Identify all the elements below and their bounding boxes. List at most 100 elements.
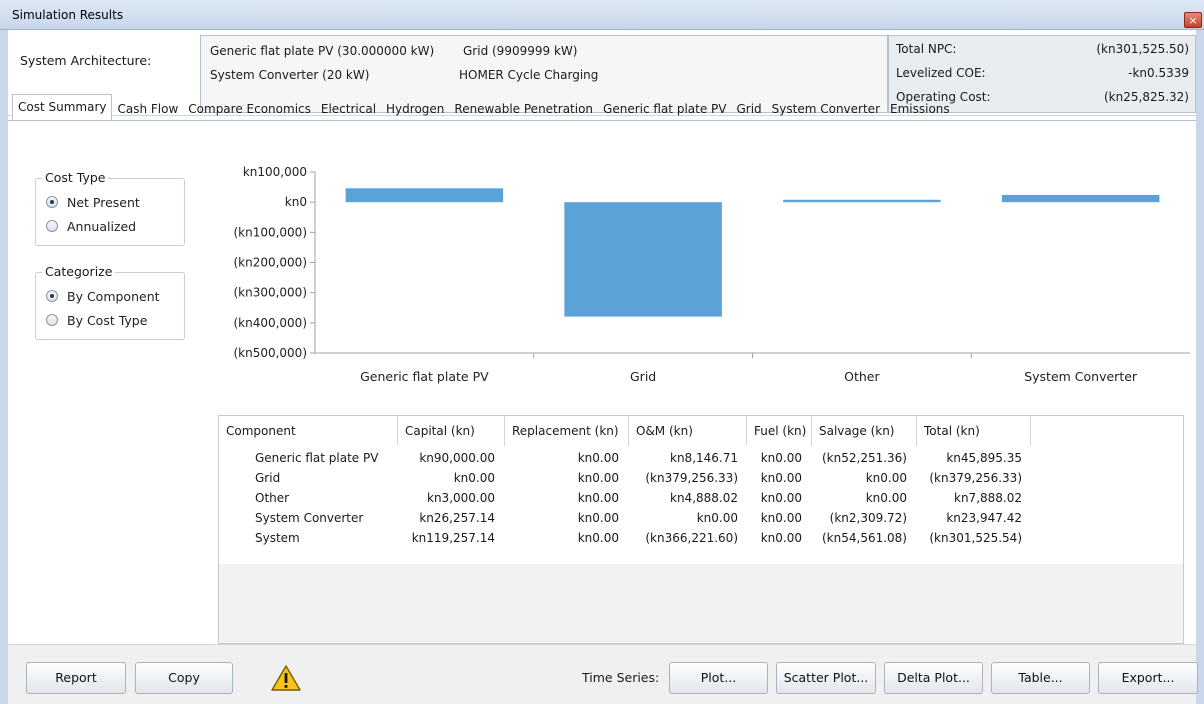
- y-tick-label: (kn400,000): [233, 316, 307, 330]
- architecture-label: System Architecture:: [20, 53, 152, 68]
- architecture-item: Grid (9909999 kW): [463, 44, 578, 58]
- tab-cost-summary[interactable]: Cost Summary: [12, 94, 113, 120]
- table-cell: kn0.00: [760, 471, 802, 485]
- metric-value: -kn0.5339: [1128, 66, 1189, 80]
- architecture-item: System Converter (20 kW): [210, 68, 370, 82]
- tab-generic-flat-plate-pv[interactable]: Generic flat plate PV: [598, 98, 731, 120]
- radio-annualized[interactable]: Annualized: [46, 217, 136, 235]
- metric-total-npc: Total NPC: (kn301,525.50): [889, 38, 1195, 62]
- bar[interactable]: [1001, 194, 1160, 203]
- table-cell: kn26,257.14: [419, 511, 495, 525]
- y-tick-label: (kn200,000): [233, 256, 307, 270]
- cost-type-title: Cost Type: [42, 170, 109, 185]
- tab-emissions[interactable]: Emissions: [885, 98, 955, 120]
- table-row[interactable]: Grid kn0.00 kn0.00 (kn379,256.33) kn0.00 kn0.…: [219, 468, 1183, 488]
- y-tick-label: (kn500,000): [233, 346, 307, 360]
- cost-table: Component Capital (kn) Replacement (kn) O&M…: [218, 415, 1184, 644]
- column-header[interactable]: O&M (kn): [629, 416, 747, 446]
- y-tick-label: (kn100,000): [233, 225, 307, 239]
- tab-bar: Cost Summary Cash Flow Compare Economics…: [12, 94, 955, 120]
- table-cell: kn0.00: [577, 491, 619, 505]
- table-row[interactable]: System Converter kn26,257.14 kn0.00 kn0.00 k…: [219, 508, 1183, 528]
- tab-cash-flow[interactable]: Cash Flow: [112, 98, 183, 120]
- plot-button[interactable]: Plot...: [669, 662, 768, 694]
- table-body: Generic flat plate PV kn90,000.00 kn0.00 kn…: [219, 446, 1183, 564]
- radio-by-component[interactable]: By Component: [46, 287, 160, 305]
- radio-label: By Component: [67, 288, 160, 304]
- export-button[interactable]: Export...: [1098, 662, 1198, 694]
- cost-type-group: Cost Type Net Present Annualized: [35, 170, 185, 246]
- radio-label: Net Present: [67, 194, 140, 210]
- y-tick-label: kn100,000: [243, 165, 307, 179]
- table-cell: (kn379,256.33): [929, 471, 1022, 485]
- table-button[interactable]: Table...: [991, 662, 1090, 694]
- table-cell: kn0.00: [577, 531, 619, 545]
- window-frame-right: [1196, 30, 1204, 704]
- metric-value: (kn25,825.32): [1104, 90, 1189, 104]
- table-row[interactable]: Generic flat plate PV kn90,000.00 kn0.00 kn…: [219, 448, 1183, 468]
- copy-button[interactable]: Copy: [135, 662, 233, 694]
- x-tick-label: Other: [844, 369, 880, 384]
- metric-levelized-coe: Levelized COE: -kn0.5339: [889, 62, 1195, 86]
- tab-system-converter[interactable]: System Converter: [767, 98, 885, 120]
- table-cell: kn0.00: [577, 471, 619, 485]
- report-button[interactable]: Report: [26, 662, 126, 694]
- categorize-group: Categorize By Component By Cost Type: [35, 264, 185, 340]
- table-row[interactable]: System kn119,257.14 kn0.00 (kn366,221.60) kn…: [219, 528, 1183, 548]
- radio-by-cost-type[interactable]: By Cost Type: [46, 311, 147, 329]
- radio-label: Annualized: [67, 218, 137, 234]
- column-header[interactable]: Replacement (kn): [505, 416, 629, 446]
- radio-selected-icon: [46, 196, 58, 208]
- table-cell: kn119,257.14: [411, 531, 495, 545]
- delta-plot-button[interactable]: Delta Plot...: [884, 662, 983, 694]
- column-header[interactable]: Capital (kn): [398, 416, 505, 446]
- table-cell: (kn366,221.60): [645, 531, 738, 545]
- table-cell: System Converter: [255, 511, 364, 525]
- time-series-label: Time Series:: [582, 670, 660, 685]
- table-cell: (kn2,309.72): [829, 511, 907, 525]
- table-cell: System: [255, 531, 300, 545]
- categorize-title: Categorize: [42, 264, 116, 279]
- table-cell: kn7,888.02: [954, 491, 1022, 505]
- table-row[interactable]: Other kn3,000.00 kn0.00 kn4,888.02 kn0.00 kn0…: [219, 488, 1183, 508]
- tab-electrical[interactable]: Electrical: [316, 98, 381, 120]
- column-header[interactable]: Total (kn): [917, 416, 1031, 446]
- tab-renewable-penetration[interactable]: Renewable Penetration: [449, 98, 598, 120]
- tab-hydrogen[interactable]: Hydrogen: [381, 98, 449, 120]
- radio-net-present[interactable]: Net Present: [46, 193, 140, 211]
- radio-selected-icon: [46, 290, 58, 302]
- metric-value: (kn301,525.50): [1096, 42, 1189, 56]
- title-bar: Simulation Results: [0, 0, 1204, 30]
- table-cell: kn0.00: [696, 511, 738, 525]
- table-cell: kn23,947.42: [946, 511, 1022, 525]
- table-cell: Other: [255, 491, 290, 505]
- bar[interactable]: [564, 202, 722, 317]
- table-cell: kn4,888.02: [670, 491, 738, 505]
- table-cell: kn8,146.71: [670, 451, 738, 465]
- cost-summary-chart: kn100,000 kn0 (kn100,000) (kn200,000) (kn300…: [233, 165, 1190, 384]
- bar[interactable]: [345, 188, 504, 203]
- table-cell: kn0.00: [453, 471, 495, 485]
- scatter-plot-button[interactable]: Scatter Plot...: [776, 662, 876, 694]
- x-tick-label: Grid: [630, 369, 656, 384]
- table-cell: kn90,000.00: [419, 451, 495, 465]
- column-header[interactable]: Salvage (kn): [812, 416, 917, 446]
- table-cell: (kn301,525.54): [929, 531, 1022, 545]
- close-button[interactable]: ×: [1184, 12, 1202, 28]
- table-cell: kn0.00: [760, 491, 802, 505]
- table-cell: kn3,000.00: [427, 491, 495, 505]
- column-header[interactable]: Fuel (kn): [747, 416, 812, 446]
- x-tick-label: Generic flat plate PV: [360, 369, 489, 384]
- column-header[interactable]: Component: [219, 416, 398, 446]
- table-cell: Grid: [255, 471, 281, 485]
- table-cell: (kn54,561.08): [822, 531, 907, 545]
- metric-label: Levelized COE:: [896, 66, 986, 80]
- tab-grid[interactable]: Grid: [731, 98, 766, 120]
- table-cell: (kn379,256.33): [645, 471, 738, 485]
- table-cell: kn0.00: [760, 451, 802, 465]
- bar[interactable]: [783, 199, 941, 203]
- table-cell: kn45,895.35: [946, 451, 1022, 465]
- window-frame-left: [0, 30, 8, 704]
- table-cell: Generic flat plate PV: [255, 451, 379, 465]
- tab-compare-economics[interactable]: Compare Economics: [183, 98, 316, 120]
